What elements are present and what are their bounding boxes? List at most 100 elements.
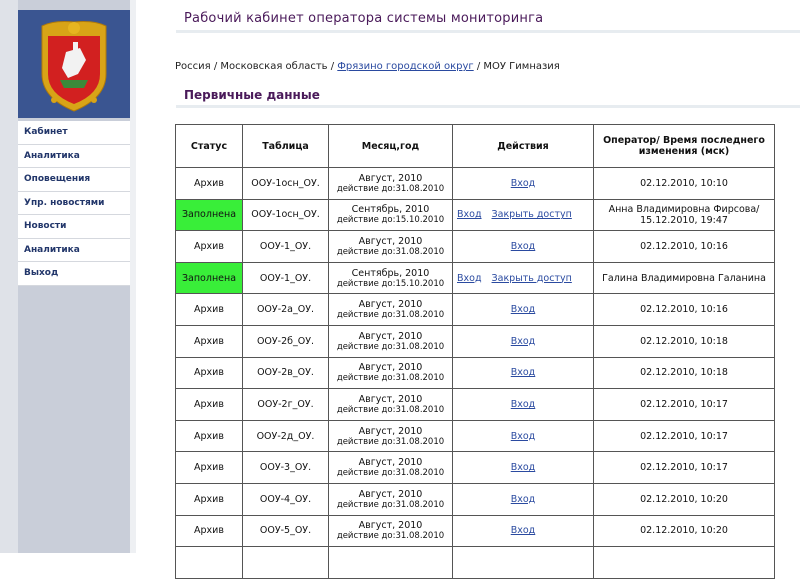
status-cell xyxy=(175,546,243,579)
month-cell: Август, 2010 действие до:31.08.2010 xyxy=(328,451,453,484)
col-header-operator: Оператор/ Время последнего изменения (мс… xyxy=(593,124,775,168)
title-divider xyxy=(176,30,800,33)
month-cell: Август, 2010 действие до:31.08.2010 xyxy=(328,167,453,200)
table-name-cell: ООУ-2д_ОУ. xyxy=(242,419,329,453)
month-cell: Август, 2010 действие до:31.08.2010 xyxy=(328,388,453,421)
breadcrumb-prefix: Россия / Московская область / xyxy=(175,61,338,72)
month-cell: Август, 2010 действие до:31.08.2010 xyxy=(328,356,453,390)
effective-date: действие до:15.10.2010 xyxy=(336,215,445,226)
month-label: Сентябрь, 2010 xyxy=(351,267,430,279)
effective-date: действие до:31.08.2010 xyxy=(336,404,445,415)
col-header-status: Статус xyxy=(175,124,243,168)
breadcrumb-link-district[interactable]: Фрязино городской округ xyxy=(337,61,473,72)
menu-item-notifications[interactable]: Оповещения xyxy=(18,168,130,192)
month-label: Август, 2010 xyxy=(358,299,423,311)
table-row: Архив ООУ-4_ОУ. Август, 2010 действие до:31… xyxy=(175,482,775,516)
main-content: Рабочий кабинет оператора системы монито… xyxy=(136,0,800,579)
enter-link[interactable]: Вход xyxy=(511,241,536,252)
effective-date: действие до:31.08.2010 xyxy=(336,468,445,479)
month-cell: Август, 2010 действие до:31.08.2010 xyxy=(328,324,453,358)
enter-link[interactable]: Вход xyxy=(511,178,536,189)
table-header-row: Статус Таблица Месяц,год Действия Операт… xyxy=(175,124,775,168)
enter-link[interactable]: Вход xyxy=(511,462,536,473)
enter-link[interactable]: Вход xyxy=(511,304,536,315)
month-cell: Август, 2010 действие до:31.08.2010 xyxy=(328,293,453,326)
operator-cell: 02.12.2010, 10:17 xyxy=(593,388,775,421)
month-cell: Август, 2010 действие до:31.08.2010 xyxy=(328,482,453,516)
enter-link[interactable]: Вход xyxy=(511,494,536,505)
effective-date: действие до:31.08.2010 xyxy=(336,246,445,257)
effective-date: действие до:31.08.2010 xyxy=(336,341,445,352)
month-label: Август, 2010 xyxy=(358,425,423,437)
close-access-link[interactable]: Закрыть доступ xyxy=(492,273,572,284)
breadcrumb-suffix: / МОУ Гимназия xyxy=(473,61,560,72)
month-label: Август, 2010 xyxy=(358,172,423,184)
menu-item-news-management[interactable]: Упр. новостями xyxy=(18,192,130,215)
table-name-cell: ООУ-1_ОУ. xyxy=(242,230,329,263)
table-name-cell: ООУ-1осн_ОУ. xyxy=(242,198,329,232)
status-cell: Архив xyxy=(175,230,243,263)
enter-link[interactable]: Вход xyxy=(457,209,482,220)
month-label: Август, 2010 xyxy=(358,393,423,405)
actions-cell: Вход xyxy=(452,514,594,548)
actions-cell: Вход xyxy=(452,356,594,390)
menu-item-logout[interactable]: Выход xyxy=(18,262,130,286)
enter-link[interactable]: Вход xyxy=(511,367,536,378)
table-name-cell: ООУ-2б_ОУ. xyxy=(242,324,329,358)
table-row: Архив ООУ-2б_ОУ. Август, 2010 действие до:3… xyxy=(175,324,775,358)
operator-cell: 02.12.2010, 10:16 xyxy=(593,230,775,263)
table-body: Архив ООУ-1осн_ОУ. Август, 2010 действие до… xyxy=(175,167,775,579)
effective-date: действие до:31.08.2010 xyxy=(336,310,445,321)
status-cell: Заполнена xyxy=(175,261,243,295)
sidebar: Кабинет Аналитика Оповещения Упр. новост… xyxy=(18,0,130,553)
page-title: Рабочий кабинет оператора системы монито… xyxy=(184,11,544,26)
actions-wrapper: Вход xyxy=(455,336,591,347)
coat-of-arms-icon xyxy=(41,21,107,112)
month-label: Август, 2010 xyxy=(358,488,423,500)
month-label: Август, 2010 xyxy=(358,235,423,247)
table-name-cell: ООУ-2а_ОУ. xyxy=(242,293,329,326)
section-title: Первичные данные xyxy=(184,88,320,102)
table-name-cell: ООУ-1_ОУ. xyxy=(242,261,329,295)
menu-item-analytics[interactable]: Аналитика xyxy=(18,145,130,168)
enter-link[interactable]: Вход xyxy=(511,431,536,442)
month-cell: Август, 2010 действие до:31.08.2010 xyxy=(328,419,453,453)
col-header-actions: Действия xyxy=(452,124,594,168)
menu-item-cabinet[interactable]: Кабинет xyxy=(18,121,130,145)
table-name-cell: ООУ-3_ОУ. xyxy=(242,451,329,484)
effective-date: действие до:31.08.2010 xyxy=(336,499,445,510)
operator-cell: 02.12.2010, 10:18 xyxy=(593,356,775,390)
actions-cell: Вход Закрыть доступ xyxy=(452,261,594,295)
enter-link[interactable]: Вход xyxy=(511,399,536,410)
month-cell: Август, 2010 действие до:31.08.2010 xyxy=(328,230,453,263)
menu-item-news[interactable]: Новости xyxy=(18,215,130,239)
menu-item-analytics-2[interactable]: Аналитика xyxy=(18,239,130,262)
month-label: Сентябрь, 2010 xyxy=(351,204,430,216)
table-row: Архив ООУ-2г_ОУ. Август, 2010 действие до:3… xyxy=(175,388,775,421)
sidebar-menu: Кабинет Аналитика Оповещения Упр. новост… xyxy=(18,121,130,286)
table-name-cell: ООУ-4_ОУ. xyxy=(242,482,329,516)
month-label: Август, 2010 xyxy=(358,520,423,532)
table-row: Архив ООУ-2д_ОУ. Август, 2010 действие до:3… xyxy=(175,419,775,453)
enter-link[interactable]: Вход xyxy=(457,273,482,284)
actions-wrapper: Вход xyxy=(455,525,591,536)
operator-cell: 02.12.2010, 10:20 xyxy=(593,514,775,548)
table-name-cell: ООУ-5_ОУ. xyxy=(242,514,329,548)
actions-cell: Вход xyxy=(452,451,594,484)
operator-cell: Анна Владимировна Фирсова/ 15.12.2010, 1… xyxy=(593,198,775,232)
coat-of-arms-logo xyxy=(18,10,130,118)
table-row: Архив ООУ-1_ОУ. Август, 2010 действие до:31… xyxy=(175,230,775,263)
enter-link[interactable]: Вход xyxy=(511,525,536,536)
table-name-cell: ООУ-2г_ОУ. xyxy=(242,388,329,421)
actions-wrapper: Вход xyxy=(455,399,591,410)
actions-cell: Вход xyxy=(452,482,594,516)
effective-date: действие до:31.08.2010 xyxy=(336,436,445,447)
effective-date: действие до:31.08.2010 xyxy=(336,531,445,542)
actions-cell: Вход xyxy=(452,293,594,326)
operator-cell: 02.12.2010, 10:20 xyxy=(593,482,775,516)
close-access-link[interactable]: Закрыть доступ xyxy=(492,209,572,220)
operator-cell: 02.12.2010, 10:10 xyxy=(593,167,775,200)
month-cell: Август, 2010 действие до:31.08.2010 xyxy=(328,514,453,548)
enter-link[interactable]: Вход xyxy=(511,336,536,347)
table-row: Заполнена ООУ-1осн_ОУ. Сентябрь, 2010 дейст… xyxy=(175,198,775,232)
